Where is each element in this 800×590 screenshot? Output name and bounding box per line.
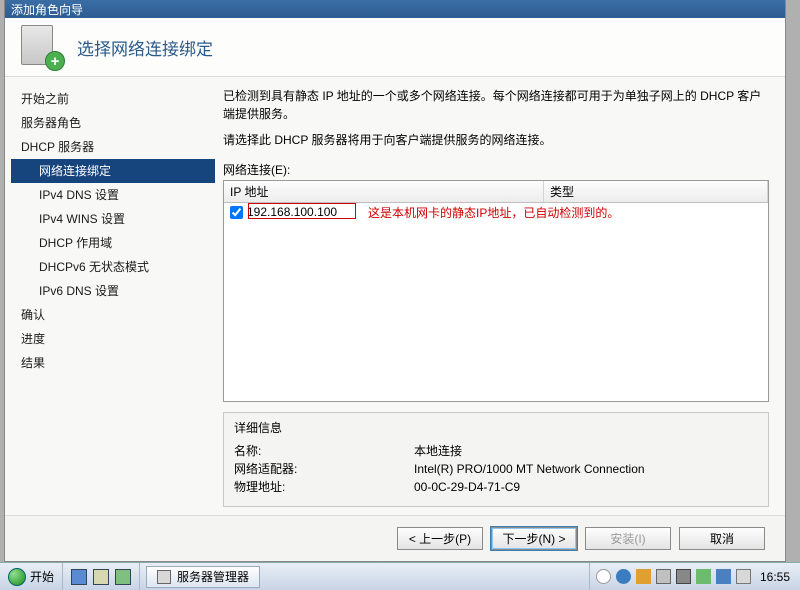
detail-adapter-label: 网络适配器:: [234, 460, 414, 478]
nav-item[interactable]: DHCP 服务器: [11, 135, 215, 159]
tray-vm-icon[interactable]: [676, 569, 691, 584]
nav-item[interactable]: 进度: [11, 327, 215, 351]
start-label: 开始: [30, 568, 54, 585]
windows-orb-icon: [8, 568, 26, 586]
previous-button[interactable]: < 上一步(P): [397, 527, 483, 550]
nav-item[interactable]: 开始之前: [11, 87, 215, 111]
taskbar[interactable]: 开始 服务器管理器 16:55: [0, 562, 800, 590]
details-title: 详细信息: [234, 419, 758, 436]
list-header[interactable]: IP 地址 类型: [224, 181, 768, 203]
wizard-main: 已检测到具有静态 IP 地址的一个或多个网络连接。每个网络连接都可用于为单独子网…: [215, 77, 785, 515]
detail-adapter-value: Intel(R) PRO/1000 MT Network Connection: [414, 460, 645, 478]
tray-volume-icon[interactable]: [736, 569, 751, 584]
nav-item[interactable]: 确认: [11, 303, 215, 327]
quicklaunch-icon[interactable]: [71, 569, 87, 585]
nav-item[interactable]: DHCP 作用域: [11, 231, 215, 255]
tray-network-icon[interactable]: [716, 569, 731, 584]
detail-name-value: 本地连接: [414, 442, 462, 460]
column-ip[interactable]: IP 地址: [224, 181, 544, 202]
cancel-button[interactable]: 取消: [679, 527, 765, 550]
page-title: 选择网络连接绑定: [77, 35, 213, 60]
column-type[interactable]: 类型: [544, 181, 768, 202]
window-title: 添加角色向导: [11, 1, 83, 18]
quicklaunch-icon[interactable]: [93, 569, 109, 585]
nav-item[interactable]: IPv4 WINS 设置: [11, 207, 215, 231]
install-button: 安装(I): [585, 527, 671, 550]
wizard-buttons: < 上一步(P) 下一步(N) > 安装(I) 取消: [5, 515, 785, 561]
nav-item[interactable]: 网络连接绑定: [11, 159, 215, 183]
task-label: 服务器管理器: [177, 568, 249, 585]
taskbar-app-server-manager[interactable]: 服务器管理器: [146, 566, 260, 588]
app-icon: [157, 570, 171, 584]
wizard-icon: +: [19, 25, 63, 69]
wizard-window: 添加角色向导 + 选择网络连接绑定 开始之前服务器角色DHCP 服务器网络连接绑…: [4, 0, 786, 562]
titlebar[interactable]: 添加角色向导: [5, 0, 785, 18]
system-tray[interactable]: 16:55: [589, 563, 800, 590]
nav-item[interactable]: IPv4 DNS 设置: [11, 183, 215, 207]
list-label: 网络连接(E):: [223, 161, 769, 178]
nav-item[interactable]: DHCPv6 无状态模式: [11, 255, 215, 279]
wizard-header: + 选择网络连接绑定: [5, 18, 785, 77]
wizard-nav: 开始之前服务器角色DHCP 服务器网络连接绑定IPv4 DNS 设置IPv4 W…: [5, 77, 215, 515]
tray-icon[interactable]: [656, 569, 671, 584]
detail-name-label: 名称:: [234, 442, 414, 460]
list-row[interactable]: 192.168.100.100这是本机网卡的静态IP地址，已自动检测到的。: [224, 203, 768, 221]
tray-help-icon[interactable]: [616, 569, 631, 584]
annotation-text: 这是本机网卡的静态IP地址，已自动检测到的。: [368, 204, 619, 221]
tray-icon[interactable]: [696, 569, 711, 584]
row-checkbox[interactable]: [230, 206, 243, 219]
tray-icon[interactable]: [636, 569, 651, 584]
network-connections-list[interactable]: IP 地址 类型 192.168.100.100这是本机网卡的静态IP地址，已自…: [223, 180, 769, 402]
clock[interactable]: 16:55: [756, 570, 794, 584]
detail-mac-value: 00-0C-29-D4-71-C9: [414, 478, 520, 496]
next-button[interactable]: 下一步(N) >: [491, 527, 577, 550]
nav-item[interactable]: 服务器角色: [11, 111, 215, 135]
description-1: 已检测到具有静态 IP 地址的一个或多个网络连接。每个网络连接都可用于为单独子网…: [223, 87, 769, 123]
detail-mac-label: 物理地址:: [234, 478, 414, 496]
quick-launch: [63, 563, 140, 590]
start-button[interactable]: 开始: [0, 563, 63, 590]
plus-icon: +: [45, 51, 65, 71]
quicklaunch-icon[interactable]: [115, 569, 131, 585]
tray-icon[interactable]: [596, 569, 611, 584]
description-2: 请选择此 DHCP 服务器将用于向客户端提供服务的网络连接。: [223, 131, 769, 149]
nav-item[interactable]: 结果: [11, 351, 215, 375]
nav-item[interactable]: IPv6 DNS 设置: [11, 279, 215, 303]
details-panel: 详细信息 名称: 本地连接 网络适配器: Intel(R) PRO/1000 M…: [223, 412, 769, 507]
